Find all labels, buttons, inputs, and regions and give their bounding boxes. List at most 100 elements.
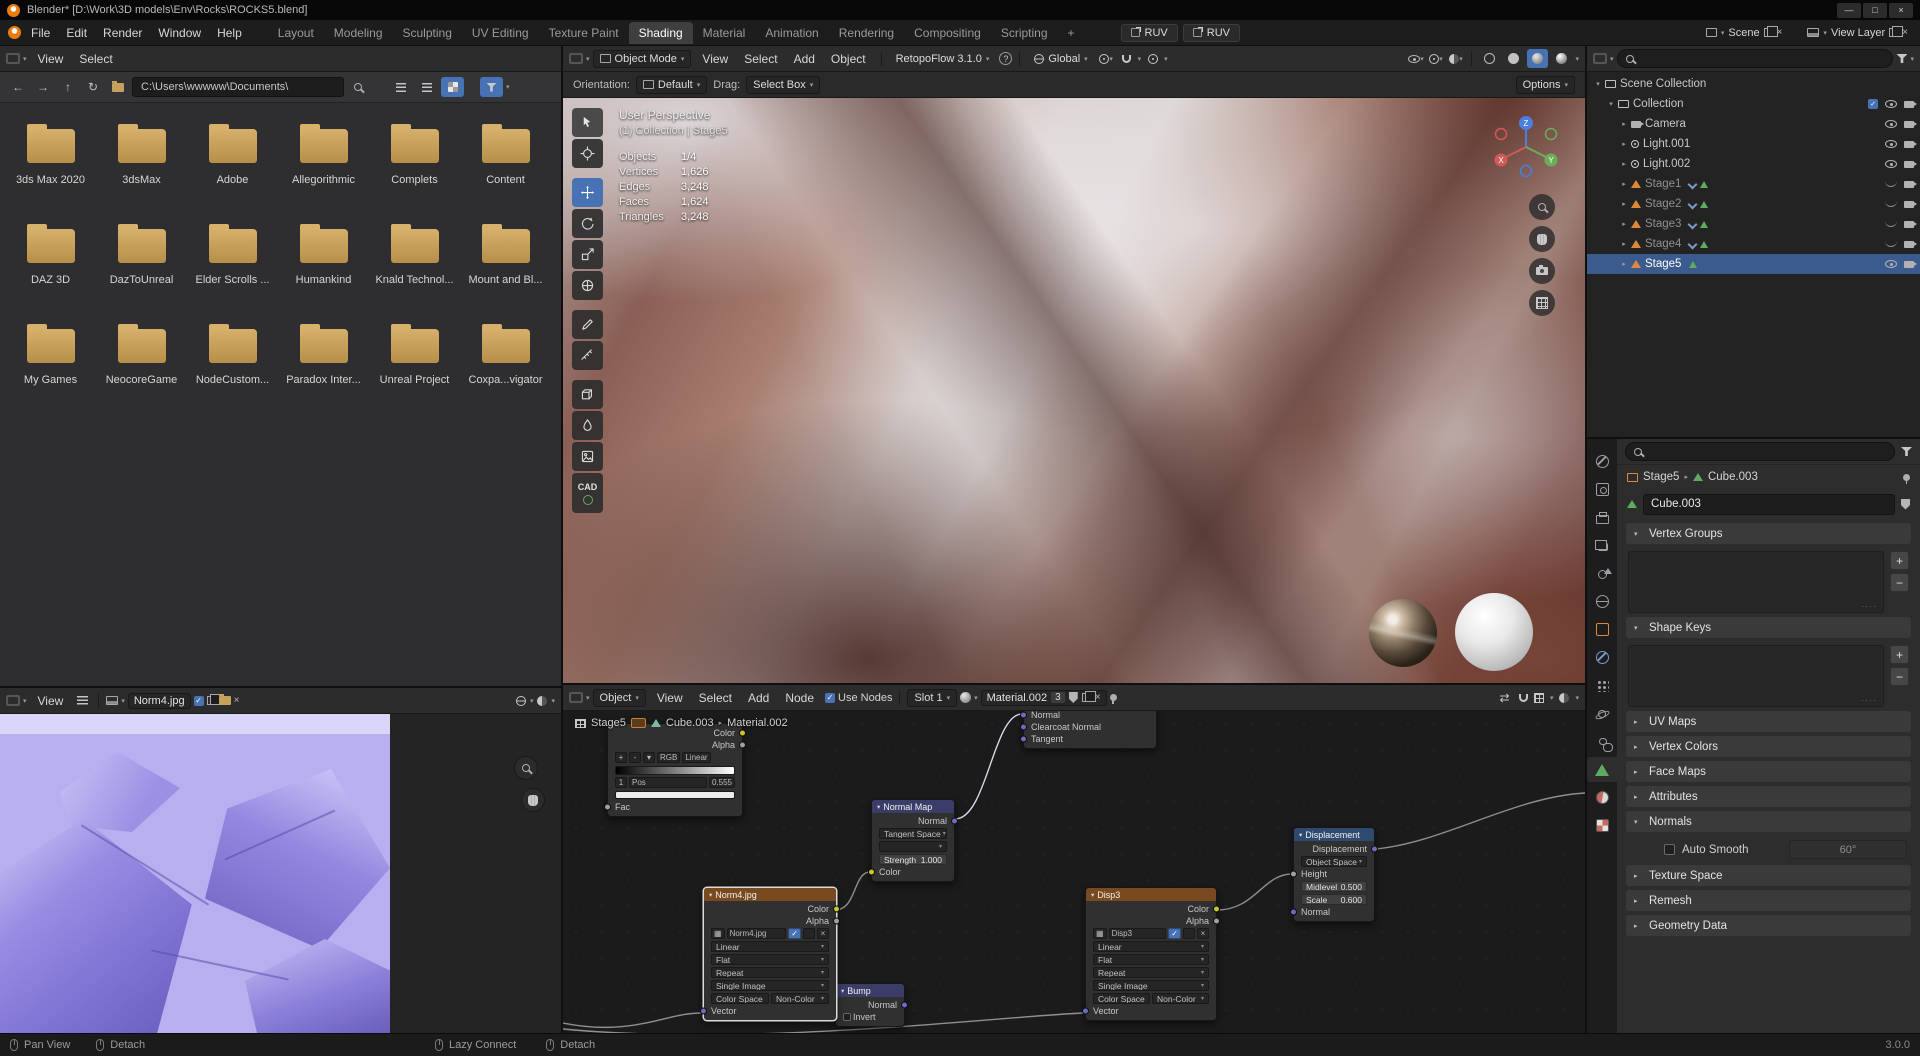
node-row-in[interactable]: Vector (1086, 1005, 1216, 1017)
properties-tab-texture[interactable] (1587, 813, 1617, 838)
folder-item[interactable]: Allegorithmic (278, 117, 369, 217)
outliner-row[interactable]: ▸Stage5 (1587, 254, 1920, 274)
filter-icon[interactable] (1896, 54, 1907, 63)
properties-tab-output[interactable] (1587, 505, 1617, 530)
menu-item[interactable]: Node (777, 688, 822, 708)
breadcrumb-object[interactable]: Stage5 (591, 717, 626, 729)
properties-tab-physics[interactable] (1587, 701, 1617, 726)
section-normals[interactable]: ▾Normals (1626, 811, 1911, 832)
meshdata-icon[interactable] (1700, 201, 1708, 208)
unlink-image-button[interactable]: × (817, 928, 829, 939)
pin-icon[interactable] (1903, 474, 1910, 481)
color-input-socket[interactable] (868, 869, 875, 876)
pin-icon[interactable] (1110, 694, 1117, 701)
node-normal-map[interactable]: ▾Normal MapNormalTangent Space▾▾Strength… (871, 799, 955, 882)
drag-dropdown[interactable]: Select Box▾ (746, 76, 820, 94)
node-row-field[interactable]: Strength1.000 (872, 853, 954, 866)
close-button[interactable]: × (1889, 3, 1913, 18)
color-swatch[interactable] (615, 791, 735, 799)
folder-item[interactable]: Mount and Bl... (460, 217, 551, 317)
color-output-socket[interactable] (833, 906, 840, 913)
menu-item[interactable]: Select (71, 49, 120, 69)
auto-smooth-checkbox[interactable] (1664, 844, 1675, 855)
node-value-slider[interactable]: Scale0.600 (1301, 894, 1367, 905)
node-row-select[interactable]: Repeat▾ (704, 966, 836, 979)
properties-tab-world[interactable] (1587, 589, 1617, 614)
menu-item[interactable]: File (23, 23, 58, 43)
check-icon[interactable] (1868, 99, 1878, 109)
node-value-slider[interactable]: Strength1.000 (879, 854, 947, 865)
disclosure-icon[interactable]: ▾ (1591, 80, 1605, 88)
add-item-button[interactable]: + (1890, 551, 1909, 570)
menu-item[interactable]: View (694, 49, 736, 69)
slot-dropdown[interactable]: Slot 1▾ (907, 689, 957, 707)
breadcrumb-data[interactable]: Cube.003 (1708, 471, 1758, 483)
shading-wireframe-button[interactable] (1479, 49, 1500, 68)
workspace-tab[interactable]: Sculpting (393, 22, 462, 44)
workspace-tab[interactable]: Texture Paint (539, 22, 629, 44)
normal-input-socket[interactable] (1020, 712, 1027, 719)
node-dropdown[interactable]: Object Space▾ (1301, 856, 1367, 867)
ruv-button-1[interactable]: RUV (1121, 24, 1178, 42)
clearcoat-normal-input-socket[interactable] (1020, 724, 1027, 731)
ramp-control-button[interactable]: RGB (657, 752, 680, 763)
remove-item-button[interactable]: − (1890, 573, 1909, 592)
workspace-tab[interactable]: Scripting (991, 22, 1058, 44)
workspace-tab[interactable]: Modeling (324, 22, 393, 44)
camera-icon[interactable] (1904, 121, 1914, 128)
properties-search-input[interactable] (1647, 446, 1886, 458)
node-row-select[interactable]: Object Space▾ (1294, 855, 1374, 868)
node-dropdown[interactable]: ▾ (879, 841, 947, 852)
node-row-select[interactable]: Single Image▾ (704, 979, 836, 992)
node-row-out[interactable]: Color (704, 903, 836, 915)
menu-item[interactable]: Select (736, 49, 785, 69)
workspace-tab[interactable]: Animation (755, 22, 828, 44)
fake-user-icon[interactable] (1069, 692, 1078, 703)
node-row-image[interactable]: ▦Disp3✓× (1086, 927, 1216, 940)
outliner-row[interactable]: ▸Stage3 (1587, 214, 1920, 234)
invert-checkbox[interactable] (843, 1013, 851, 1021)
breadcrumb-object[interactable]: Stage5 (1643, 471, 1679, 483)
node-displacement[interactable]: ▾DisplacementDisplacementObject Space▾He… (1293, 827, 1375, 922)
node-row-image[interactable]: ▦Norm4.jpg✓× (704, 927, 836, 940)
node-row-check[interactable]: Invert (836, 1011, 904, 1023)
new-view-layer-button[interactable] (1889, 28, 1898, 37)
workspace-tab[interactable]: Layout (268, 22, 324, 44)
meshdata-icon[interactable] (1689, 261, 1697, 268)
eyeclosed-icon[interactable] (1885, 221, 1897, 227)
display-channels-icon[interactable] (516, 696, 526, 706)
image-menu-button[interactable] (74, 692, 91, 710)
node-row-in[interactable]: Normal (1024, 711, 1156, 721)
node-row-out[interactable]: Displacement (1294, 843, 1374, 855)
stop-index-field[interactable]: 1 (615, 777, 627, 788)
normal-output-socket[interactable] (951, 818, 958, 825)
editor-type-icon[interactable] (6, 695, 20, 706)
color-output-socket[interactable] (739, 730, 746, 737)
folder-item[interactable]: Content (460, 117, 551, 217)
shader-type-dropdown[interactable]: Object▾ (593, 689, 646, 707)
material-browse-icon[interactable] (960, 692, 971, 703)
section-attributes[interactable]: ▸Attributes (1626, 786, 1911, 807)
eyeclosed-icon[interactable] (1885, 241, 1897, 247)
breadcrumb-material[interactable]: Material.002 (727, 717, 788, 729)
fake-user-toggle[interactable]: ✓ (1168, 928, 1181, 939)
properties-tab-object-data[interactable] (1587, 757, 1617, 782)
unlink-image-button[interactable]: × (1197, 928, 1209, 939)
camera-view-button[interactable] (1529, 258, 1555, 284)
tangent-input-socket[interactable] (1020, 736, 1027, 743)
editor-type-icon[interactable] (569, 692, 583, 703)
node-bump[interactable]: ▾BumpNormalInvert (835, 983, 905, 1027)
editor-type-icon[interactable] (569, 53, 583, 64)
shading-dropdown[interactable]: ▾ (1575, 55, 1579, 63)
scene-selector[interactable]: ▾ Scene × (1706, 27, 1783, 39)
node-row-in[interactable]: Color (872, 866, 954, 878)
collection-icon[interactable] (1605, 80, 1616, 88)
menu-item[interactable]: View (30, 691, 72, 711)
mesh-icon[interactable] (1631, 240, 1641, 248)
node-row-in[interactable]: Height (1294, 868, 1374, 880)
node-row-in[interactable]: Fac (608, 801, 742, 813)
add-item-button[interactable]: + (1890, 645, 1909, 664)
displacement-output-socket[interactable] (1371, 846, 1378, 853)
tool-cursor[interactable] (572, 139, 603, 168)
tool-annotate[interactable] (572, 310, 603, 339)
